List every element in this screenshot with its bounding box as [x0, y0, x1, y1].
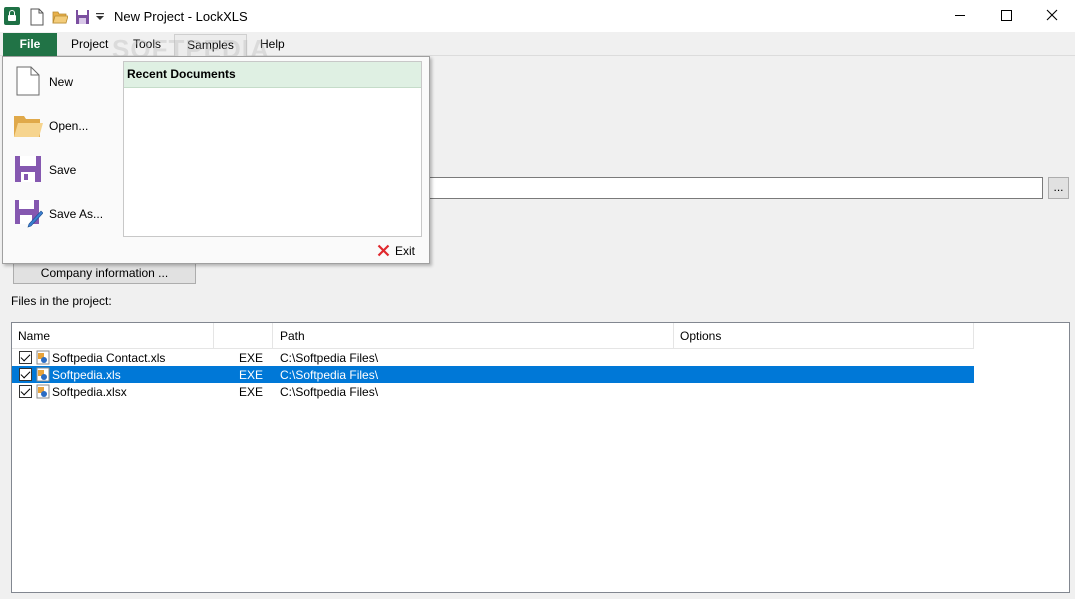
file-name: Softpedia.xlsx: [52, 385, 127, 399]
window-title: New Project - LockXLS: [114, 9, 248, 24]
new-command[interactable]: New: [11, 63, 121, 103]
lock-app-icon: [4, 7, 20, 25]
save-as-command[interactable]: Save As...: [11, 195, 121, 235]
open-label: Open...: [49, 119, 89, 133]
table-row[interactable]: Softpedia.xls EXE C:\Softpedia Files\: [12, 366, 974, 383]
file-name: Softpedia Contact.xls: [52, 351, 166, 365]
new-file-icon[interactable]: [30, 8, 44, 26]
row-checkbox[interactable]: [19, 351, 32, 364]
company-information-button[interactable]: Company information ...: [13, 262, 196, 284]
row-checkbox[interactable]: [19, 385, 32, 398]
list-header: Name Path Options: [12, 323, 974, 349]
file-name: Softpedia.xls: [52, 368, 121, 382]
customize-toolbar-icon[interactable]: [95, 8, 105, 26]
maximize-icon[interactable]: [983, 0, 1029, 32]
excel-file-icon: [36, 350, 50, 365]
file-type: EXE: [239, 385, 264, 399]
file-type: EXE: [239, 368, 264, 382]
exit-label: Exit: [395, 244, 416, 258]
title-bar: New Project - LockXLS: [0, 0, 1075, 32]
excel-file-icon: [36, 367, 50, 382]
file-path: C:\Softpedia Files\: [280, 368, 379, 382]
column-options[interactable]: Options: [674, 323, 974, 349]
file-path: C:\Softpedia Files\: [280, 385, 379, 399]
minimize-icon[interactable]: [937, 0, 983, 32]
file-path: C:\Softpedia Files\: [280, 351, 379, 365]
open-command[interactable]: Open...: [11, 107, 121, 147]
excel-file-icon: [36, 384, 50, 399]
save-command[interactable]: Save: [11, 151, 121, 191]
file-menu-dropdown: New Open... Save Save As... Recent Docum…: [2, 56, 430, 264]
new-label: New: [49, 75, 74, 89]
exit-button[interactable]: Exit: [377, 243, 419, 259]
close-icon[interactable]: [1029, 0, 1075, 32]
table-row[interactable]: Softpedia Contact.xls EXE C:\Softpedia F…: [12, 349, 974, 366]
menu-project[interactable]: Project: [71, 36, 108, 52]
file-tab[interactable]: File: [3, 33, 57, 56]
browse-button[interactable]: ...: [1048, 177, 1069, 199]
recent-documents-panel: Recent Documents: [123, 61, 422, 237]
save-as-label: Save As...: [49, 207, 104, 221]
save-label: Save: [49, 163, 77, 177]
new-document-icon: [16, 66, 40, 96]
row-checkbox[interactable]: [19, 368, 32, 381]
file-type: EXE: [239, 351, 264, 365]
column-type[interactable]: [214, 323, 273, 349]
output-path-input[interactable]: [420, 177, 1043, 199]
save-disk-icon[interactable]: [75, 8, 90, 26]
open-folder-icon: [14, 116, 43, 137]
column-path[interactable]: Path: [274, 323, 674, 349]
recent-documents-header: Recent Documents: [124, 62, 421, 88]
open-folder-icon[interactable]: [52, 8, 68, 26]
files-in-project-label: Files in the project:: [11, 294, 112, 308]
project-files-list[interactable]: Name Path Options Softpedia Contact.xls …: [11, 322, 1070, 593]
save-disk-icon: [15, 156, 41, 182]
save-as-icon: [15, 200, 43, 228]
table-row[interactable]: Softpedia.xlsx EXE C:\Softpedia Files\: [12, 383, 974, 400]
column-name[interactable]: Name: [12, 323, 214, 349]
exit-icon: [377, 244, 390, 257]
